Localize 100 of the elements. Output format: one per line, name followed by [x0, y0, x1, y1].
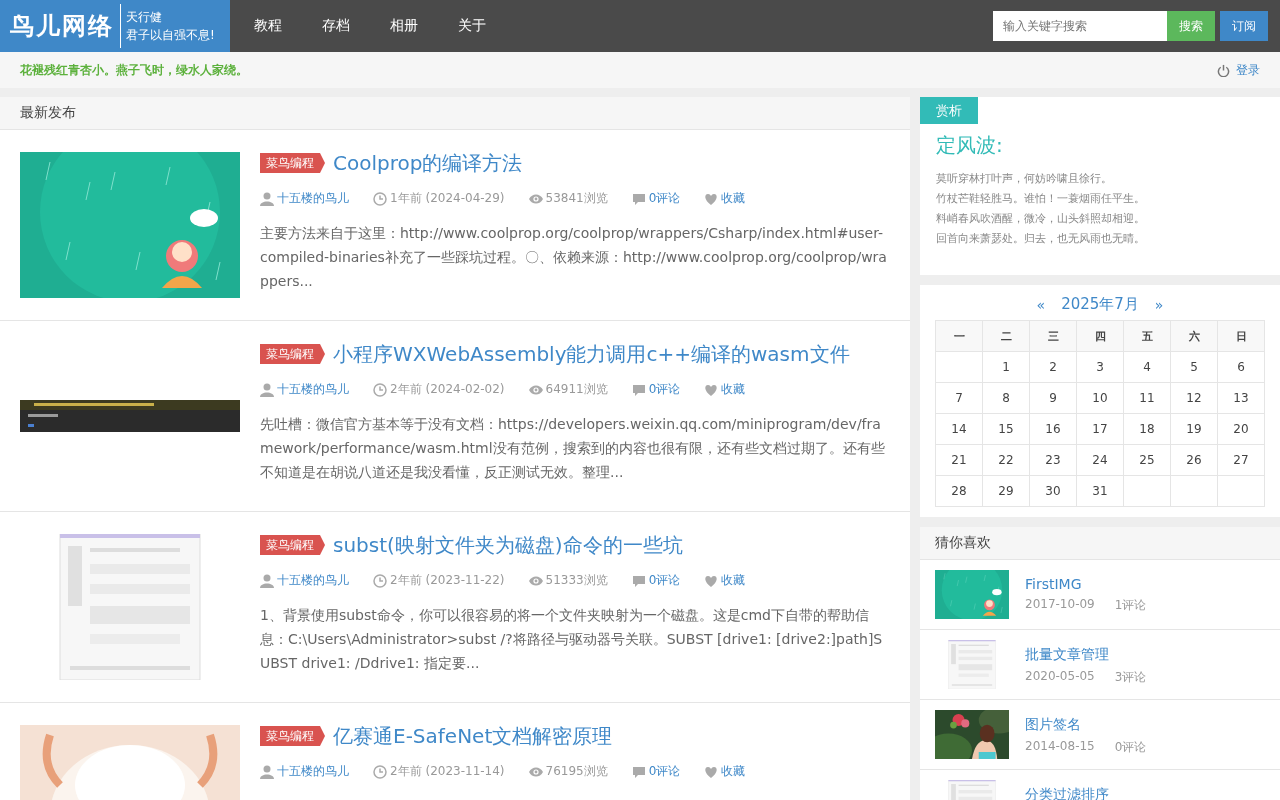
section-title: 最新发布	[0, 97, 910, 130]
calendar-day: 3	[1076, 351, 1124, 383]
calendar-day: 10	[1076, 382, 1124, 414]
weekday-header: 一	[935, 320, 983, 352]
comment-link[interactable]: 0评论	[648, 381, 681, 398]
poem-title: 定风波:	[936, 132, 1004, 159]
post-time: 1年前 (2024-04-29)	[390, 190, 505, 207]
comment-count: 0评论	[1114, 739, 1147, 756]
post-link[interactable]: FirstIMG	[1025, 576, 1147, 592]
calendar-day: 20	[1217, 413, 1265, 445]
article-title[interactable]: 亿赛通E-SafeNet文档解密原理	[333, 722, 613, 750]
calendar-day: 12	[1170, 382, 1218, 414]
next-month-link[interactable]: »	[1154, 296, 1164, 313]
calendar-day: 27	[1217, 444, 1265, 476]
tagline: 君子以自强不息!	[126, 27, 215, 44]
author-link[interactable]: 十五楼的鸟儿	[277, 190, 349, 207]
calendar-day: 15	[982, 413, 1030, 445]
comment-link[interactable]: 0评论	[648, 763, 681, 780]
favorite-link[interactable]: 收藏	[721, 381, 746, 398]
poem-line: 竹杖芒鞋轻胜马。谁怕！一蓑烟雨任平生。	[936, 191, 1146, 207]
article-excerpt: 主要方法来自于这里：http://www.coolprop.org/coolprop/wrappers/Csharp/index.html#user-compiled-binaries补充了一些踩坑过程。〇、依赖来源：http://www.coolprop.org/coolprop/wrappers...	[260, 224, 888, 291]
calendar-day: 18	[1123, 413, 1171, 445]
poem-line: 料峭春风吹酒醒，微冷，山头斜照却相迎。	[936, 211, 1146, 227]
view-count: 53841浏览	[545, 190, 608, 207]
calendar-day: 6	[1217, 351, 1265, 383]
clock-icon	[373, 191, 387, 206]
category-tag[interactable]: 菜鸟编程	[260, 535, 325, 555]
nav-link[interactable]: 关于	[438, 0, 506, 52]
subscribe-button[interactable]: 订阅	[1220, 11, 1268, 41]
comment-count: 1评论	[1114, 597, 1147, 614]
login-link[interactable]: 登录	[1217, 61, 1260, 79]
favorite-link[interactable]: 收藏	[721, 572, 746, 589]
comment-icon	[631, 382, 646, 397]
post-time: 2年前 (2024-02-02)	[390, 381, 505, 398]
comment-count: 3评论	[1114, 669, 1147, 686]
post-time: 2年前 (2023-11-22)	[390, 572, 505, 589]
heart-icon	[704, 573, 719, 588]
user-icon	[260, 382, 274, 397]
calendar-day: 7	[935, 382, 983, 414]
comment-link[interactable]: 0评论	[648, 190, 681, 207]
calendar-day: 17	[1076, 413, 1124, 445]
prev-month-link[interactable]: «	[1036, 296, 1046, 313]
clock-icon	[373, 382, 387, 397]
calendar-day: 22	[982, 444, 1030, 476]
article-title[interactable]: Coolprop的编译方法	[333, 149, 523, 177]
power-icon	[1217, 63, 1230, 77]
weekday-header: 四	[1076, 320, 1124, 352]
calendar-day: 23	[1029, 444, 1077, 476]
post-link[interactable]: 批量文章管理	[1025, 646, 1147, 664]
section-title: 猜你喜欢	[920, 527, 1280, 560]
post-date: 2020-05-05	[1025, 669, 1095, 685]
favorite-link[interactable]: 收藏	[721, 190, 746, 207]
calendar-month: 2025年7月	[1061, 295, 1139, 314]
calendar-day: 13	[1217, 382, 1265, 414]
comment-icon	[631, 191, 646, 206]
clock-icon	[373, 573, 387, 588]
comment-link[interactable]: 0评论	[648, 572, 681, 589]
tagline: 天行健	[126, 9, 163, 26]
user-icon	[260, 573, 274, 588]
user-icon	[260, 191, 274, 206]
nav-link[interactable]: 相册	[370, 0, 438, 52]
logo[interactable]: 鸟儿网络	[10, 4, 121, 48]
post-link[interactable]: 图片签名	[1025, 716, 1147, 734]
calendar-day: 19	[1170, 413, 1218, 445]
view-count: 64911浏览	[545, 381, 608, 398]
calendar-day: 14	[935, 413, 983, 445]
calendar-day: 28	[935, 475, 983, 507]
calendar-day: 21	[935, 444, 983, 476]
weekday-header: 三	[1029, 320, 1077, 352]
panel-tab[interactable]: 赏析	[920, 97, 978, 124]
article-excerpt: 先吐槽：微信官方基本等于没有文档：https://developers.weixin.qq.com/miniprogram/dev/framework/performance/wasm.html没有范例，搜索到的内容也很有限，还有些文档过期了。还有些不知道是在胡说八道还是我没看懂，反正测试无效。整理...	[260, 415, 886, 482]
user-icon	[260, 764, 274, 779]
article-title[interactable]: 小程序WXWebAssembly能力调用c++编译的wasm文件	[333, 340, 850, 368]
favorite-link[interactable]: 收藏	[721, 763, 746, 780]
heart-icon	[704, 764, 719, 779]
author-link[interactable]: 十五楼的鸟儿	[277, 763, 349, 780]
author-link[interactable]: 十五楼的鸟儿	[277, 572, 349, 589]
calendar-day: 2	[1029, 351, 1077, 383]
calendar-day: 9	[1029, 382, 1077, 414]
post-date: 2014-08-15	[1025, 739, 1095, 755]
nav-link[interactable]: 教程	[234, 0, 302, 52]
weekday-header: 二	[982, 320, 1030, 352]
calendar-day: 30	[1029, 475, 1077, 507]
category-tag[interactable]: 菜鸟编程	[260, 726, 325, 746]
calendar-day: 26	[1170, 444, 1218, 476]
author-link[interactable]: 十五楼的鸟儿	[277, 381, 349, 398]
category-tag[interactable]: 菜鸟编程	[260, 344, 325, 364]
calendar-day: 24	[1076, 444, 1124, 476]
calendar-day: 11	[1123, 382, 1171, 414]
nav-link[interactable]: 存档	[302, 0, 370, 52]
comment-icon	[631, 764, 646, 779]
article-title[interactable]: subst(映射文件夹为磁盘)命令的一些坑	[333, 531, 683, 559]
calendar-day: 4	[1123, 351, 1171, 383]
search-field[interactable]: 输入关键字搜索	[993, 11, 1167, 41]
clock-icon	[373, 764, 387, 779]
heart-icon	[704, 191, 719, 206]
search-button[interactable]: 搜索	[1167, 11, 1215, 41]
category-tag[interactable]: 菜鸟编程	[260, 153, 325, 173]
poem-line: 回首向来萧瑟处。归去，也无风雨也无晴。	[936, 231, 1146, 247]
weekday-header: 日	[1217, 320, 1265, 352]
